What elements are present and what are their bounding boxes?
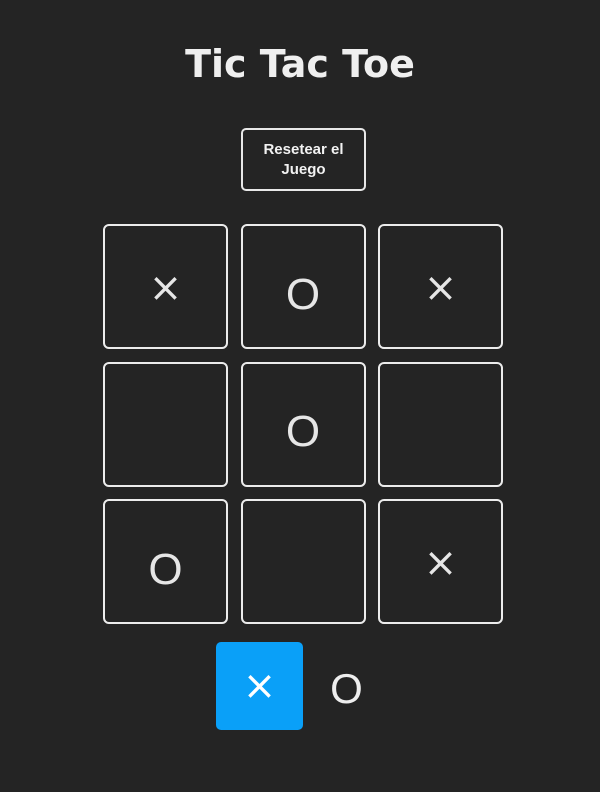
board-cell-4[interactable]: [103, 361, 228, 487]
turn-x: ×: [216, 642, 303, 730]
board-cell-7[interactable]: O: [103, 499, 228, 624]
cell-mark: O: [285, 269, 321, 319]
cell-mark: ×: [148, 264, 183, 311]
turn-o: O: [303, 642, 390, 730]
cell-mark: O: [285, 407, 321, 456]
board-cell-2[interactable]: O: [240, 224, 366, 349]
cell-mark: ×: [423, 264, 458, 311]
turn-x-label: ×: [242, 663, 277, 709]
cell-mark: ×: [423, 539, 458, 586]
board-cell-3[interactable]: ×: [378, 224, 503, 349]
turn-o-label: O: [330, 665, 363, 712]
board-cell-8[interactable]: [240, 499, 366, 624]
cell-mark: O: [148, 544, 183, 594]
board-cell-5[interactable]: O: [240, 361, 366, 487]
board-cell-6[interactable]: [378, 361, 503, 487]
board-cell-1[interactable]: ×: [103, 224, 228, 349]
reset-game-button[interactable]: Resetear el Juego: [241, 128, 366, 191]
page-title: Tic Tac Toe: [185, 42, 415, 86]
turn-indicator: × O: [216, 642, 390, 730]
game-board: × O × O O ×: [103, 224, 503, 624]
board-cell-9[interactable]: ×: [378, 499, 503, 624]
